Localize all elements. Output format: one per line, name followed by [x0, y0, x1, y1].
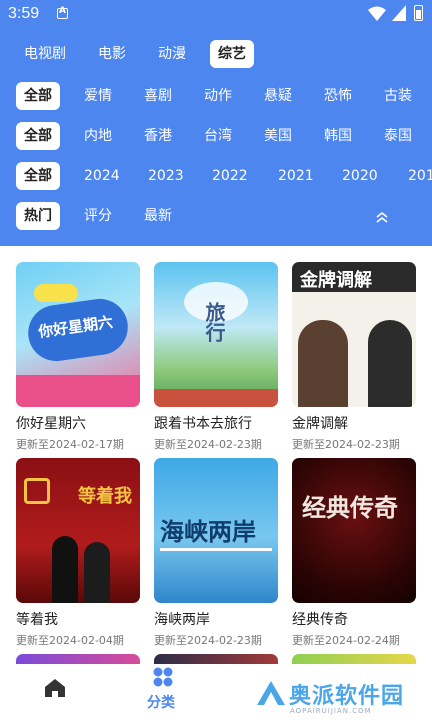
- genre-costume[interactable]: 古装: [384, 82, 412, 110]
- channel-tabs: 电视剧 电影 动漫 综艺: [0, 40, 432, 68]
- show-poster: 海峡两岸: [154, 458, 278, 603]
- genre-all[interactable]: 全部: [16, 82, 60, 110]
- filter-header: 3:59 电视剧 电影 动漫 综艺 全部 爱情 喜剧 动作 悬疑 恐怖 古装 全…: [0, 0, 432, 246]
- battery-icon: [414, 5, 423, 21]
- sort-rating[interactable]: 评分: [84, 202, 112, 230]
- show-title: 跟着书本去旅行: [154, 416, 252, 432]
- sort-hot[interactable]: 热门: [16, 202, 60, 230]
- wifi-icon: [368, 6, 386, 21]
- show-poster: 等着我: [16, 458, 140, 603]
- region-filter-row: 全部 内地 香港 台湾 美国 韩国 泰国: [0, 122, 432, 150]
- tab-anime[interactable]: 动漫: [158, 40, 186, 68]
- show-update: 更新至2024-02-17期: [16, 438, 124, 451]
- genre-horror[interactable]: 恐怖: [324, 82, 352, 110]
- year-filter-row: 全部 2024 2023 2022 2021 2020 2019: [0, 162, 432, 190]
- show-poster: 你好星期六: [16, 262, 140, 407]
- show-title: 你好星期六: [16, 416, 86, 432]
- collapse-chevron-icon[interactable]: [374, 209, 390, 225]
- show-update: 更新至2024-02-04期: [16, 634, 124, 647]
- year-all[interactable]: 全部: [16, 162, 60, 190]
- home-icon[interactable]: [44, 678, 66, 698]
- watermark-text: 奥派软件园: [289, 684, 405, 709]
- watermark-url: AOPAIRUIJIAN.COM: [290, 707, 372, 715]
- show-title: 经典传奇: [292, 612, 348, 628]
- genre-mystery[interactable]: 悬疑: [264, 82, 292, 110]
- app-notification-icon: [57, 6, 68, 19]
- show-title: 海峡两岸: [154, 612, 210, 628]
- category-label[interactable]: 分类: [147, 692, 175, 712]
- region-hongkong[interactable]: 香港: [144, 122, 172, 150]
- show-poster: 经典传奇: [292, 458, 416, 603]
- show-poster: 旅行: [154, 262, 278, 407]
- show-title: 等着我: [16, 612, 58, 628]
- year-2020[interactable]: 2020: [342, 162, 378, 190]
- show-title: 金牌调解: [292, 416, 348, 432]
- tab-tv-series[interactable]: 电视剧: [24, 40, 66, 68]
- region-korea[interactable]: 韩国: [324, 122, 352, 150]
- genre-romance[interactable]: 爱情: [84, 82, 112, 110]
- tab-movies[interactable]: 电影: [98, 40, 126, 68]
- show-poster: 金牌调解: [292, 262, 416, 407]
- year-2022[interactable]: 2022: [212, 162, 248, 190]
- tab-variety[interactable]: 综艺: [210, 40, 254, 68]
- genre-action[interactable]: 动作: [204, 82, 232, 110]
- genre-filter-row: 全部 爱情 喜剧 动作 悬疑 恐怖 古装: [0, 82, 432, 110]
- year-2019[interactable]: 2019: [408, 162, 432, 190]
- status-bar: 3:59: [0, 0, 432, 30]
- show-update: 更新至2024-02-24期: [292, 634, 400, 647]
- signal-icon: [392, 5, 406, 21]
- show-update: 更新至2024-02-23期: [154, 438, 262, 451]
- sort-row: 热门 评分 最新: [0, 202, 432, 230]
- region-mainland[interactable]: 内地: [84, 122, 112, 150]
- sort-latest[interactable]: 最新: [144, 202, 172, 230]
- genre-comedy[interactable]: 喜剧: [144, 82, 172, 110]
- year-2023[interactable]: 2023: [148, 162, 184, 190]
- region-thailand[interactable]: 泰国: [384, 122, 412, 150]
- watermark-logo-icon: [257, 681, 285, 705]
- region-usa[interactable]: 美国: [264, 122, 292, 150]
- region-all[interactable]: 全部: [16, 122, 60, 150]
- year-2021[interactable]: 2021: [278, 162, 314, 190]
- year-2024[interactable]: 2024: [84, 162, 120, 190]
- status-time: 3:59: [8, 5, 40, 22]
- show-update: 更新至2024-02-23期: [292, 438, 400, 451]
- show-update: 更新至2024-02-23期: [154, 634, 262, 647]
- category-icon[interactable]: [152, 666, 174, 688]
- region-taiwan[interactable]: 台湾: [204, 122, 232, 150]
